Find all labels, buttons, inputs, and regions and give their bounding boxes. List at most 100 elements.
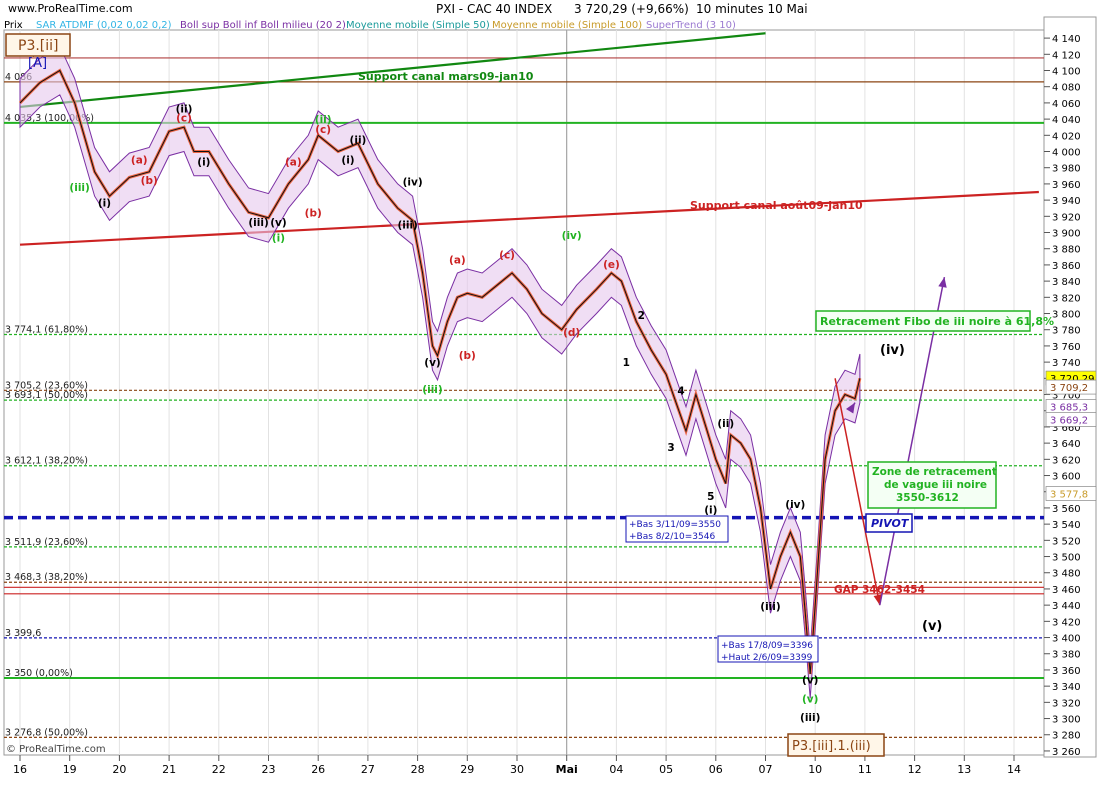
x-tick-label: 19 <box>63 763 77 776</box>
price-tag-label: 3 709,2 <box>1050 383 1088 394</box>
price-tag-label: 3 577,8 <box>1050 490 1088 501</box>
x-tick-label: 12 <box>908 763 922 776</box>
last-price: 3 720,29 (+9,66%) <box>574 2 689 16</box>
y-tick-label: 3 340 <box>1052 682 1081 693</box>
wave-label: (iv) <box>785 499 805 511</box>
chart-title: PXI - CAC 40 INDEX <box>436 2 552 16</box>
y-tick-label: 3 880 <box>1052 245 1081 256</box>
level-label: 3 399,6 <box>5 628 41 639</box>
wave-label: (i) <box>98 198 111 210</box>
x-tick-label: 27 <box>361 763 375 776</box>
site-name: www.ProRealTime.com <box>8 2 133 15</box>
x-tick-label: 28 <box>411 763 425 776</box>
wave-label: (i) <box>341 155 354 167</box>
wave-label: (iv) <box>403 177 423 189</box>
channel-label: Support canal mars09-jan10 <box>358 70 534 83</box>
y-tick-label: 3 540 <box>1052 520 1081 531</box>
level-label: 3 276,8 (50,00%) <box>5 727 88 738</box>
x-tick-label: 22 <box>212 763 226 776</box>
support-note-1-line-2: +Bas 8/2/10=3546 <box>629 532 715 542</box>
wave-label: (v) <box>802 693 818 705</box>
y-tick-label: 3 320 <box>1052 698 1081 709</box>
wave-label: (iii) <box>800 712 820 724</box>
x-tick-label: 04 <box>609 763 623 776</box>
y-tick-label: 4 000 <box>1052 148 1081 159</box>
y-tick-label: 3 900 <box>1052 229 1081 240</box>
wave-label: (c) <box>499 249 515 261</box>
fibo-retracement-text: Retracement Fibo de iii noire à 61,8% <box>820 315 1054 328</box>
y-tick-label: 3 380 <box>1052 650 1081 661</box>
y-tick-label: 3 820 <box>1052 293 1081 304</box>
level-label: 3 693,1 (50,00%) <box>5 390 88 401</box>
level-label: 3 612,1 (38,20%) <box>5 456 88 467</box>
legend-item-bollinger: Boll sup Boll inf Boll milieu (20 2) <box>180 20 346 31</box>
wave-label: 2 <box>638 310 645 322</box>
x-tick-label: 23 <box>262 763 276 776</box>
wave-label: (b) <box>305 207 322 219</box>
y-tick-label: 3 640 <box>1052 439 1081 450</box>
wave-label: (a) <box>449 254 466 266</box>
y-tick-label: 4 020 <box>1052 131 1081 142</box>
wave-label: (v) <box>270 217 286 229</box>
chart-period: 10 minutes 10 Mai <box>696 2 808 16</box>
y-tick-label: 4 140 <box>1052 34 1081 45</box>
wave-label: (iii) <box>397 219 417 231</box>
y-tick-label: 3 400 <box>1052 634 1081 645</box>
x-tick-label: 14 <box>1007 763 1021 776</box>
y-tick-label: 3 780 <box>1052 326 1081 337</box>
x-tick-label: 20 <box>112 763 126 776</box>
level-label: 3 511,9 (23,60%) <box>5 537 88 548</box>
price-tag-label: 3 669,2 <box>1050 415 1088 426</box>
price-tag-label: 3 685,3 <box>1050 402 1088 413</box>
channel-label: Support canal août09-jan10 <box>690 199 863 212</box>
y-tick-label: 4 080 <box>1052 83 1081 94</box>
y-tick-label: 4 060 <box>1052 99 1081 110</box>
level-label: 3 350 (0,00%) <box>5 668 73 679</box>
y-tick-label: 3 740 <box>1052 358 1081 369</box>
legend-item-ma100: Moyenne mobile (Simple 100) <box>492 20 642 31</box>
wave-label: (iii) <box>760 601 780 613</box>
wave-label: 4 <box>677 386 684 398</box>
wave-label: 5 <box>707 491 714 503</box>
y-tick-label: 3 980 <box>1052 164 1081 175</box>
support-note-2-line-2: +Haut 2/6/09=3399 <box>721 653 813 663</box>
price-chart[interactable]: www.ProRealTime.com PXI - CAC 40 INDEX 3… <box>0 0 1100 800</box>
y-tick-label: 3 520 <box>1052 536 1081 547</box>
y-tick-label: 3 600 <box>1052 472 1081 483</box>
wave-label: (ii) <box>717 418 734 430</box>
y-tick-label: 3 760 <box>1052 342 1081 353</box>
wave-label: (v) <box>424 357 440 369</box>
y-tick-label: 3 960 <box>1052 180 1081 191</box>
x-tick-label: 07 <box>759 763 773 776</box>
y-tick-label: 4 040 <box>1052 115 1081 126</box>
y-tick-label: 4 120 <box>1052 50 1081 61</box>
wave-iv-target-label: (iv) <box>880 343 905 358</box>
wave-label: (e) <box>603 259 620 271</box>
x-tick-label: Mai <box>556 763 578 776</box>
y-tick-label: 3 460 <box>1052 585 1081 596</box>
wave-label: (i) <box>272 232 285 244</box>
wave-label: (ii) <box>315 114 332 126</box>
x-tick-label: 30 <box>510 763 524 776</box>
wave-label: 3 <box>667 442 674 454</box>
y-tick-label: 4 100 <box>1052 67 1081 78</box>
legend-item-supertrend: SuperTrend (3 10) <box>646 20 736 31</box>
wave-label: (iii) <box>248 217 268 229</box>
x-tick-label: 11 <box>858 763 872 776</box>
x-tick-label: 21 <box>162 763 176 776</box>
legend-item-ma50: Moyenne mobile (Simple 50) <box>346 20 490 31</box>
wave-box-bottom-text: P3.[iii].1.(iii) <box>792 739 871 754</box>
support-note-2-line-1: +Bas 17/8/09=3396 <box>721 641 813 651</box>
y-tick-label: 3 940 <box>1052 196 1081 207</box>
y-tick-label: 3 620 <box>1052 455 1081 466</box>
retracement-zone-line-2: de vague iii noire <box>884 479 987 491</box>
wave-v-target-label: (v) <box>922 619 942 634</box>
wave-label: (d) <box>563 327 580 339</box>
level-label: 3 468,3 (38,20%) <box>5 572 88 583</box>
gap-label: GAP 3462-3454 <box>834 584 925 596</box>
wave-box-top-left-text: P3.[ii] <box>18 38 59 54</box>
pivot-label: PIVOT <box>871 517 910 530</box>
legend-item-prix: Prix <box>4 20 23 31</box>
y-tick-label: 3 360 <box>1052 666 1081 677</box>
wave-label: (iii) <box>69 182 89 194</box>
